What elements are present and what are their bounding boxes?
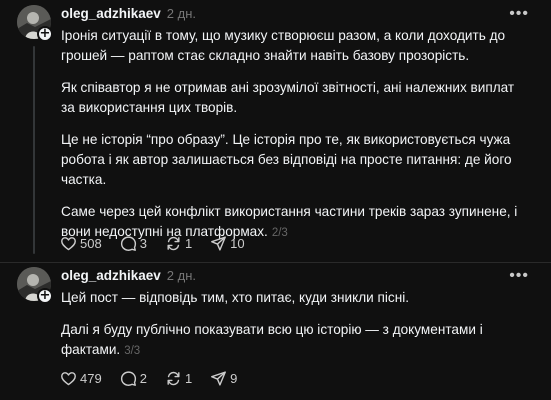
- comment-button[interactable]: 3: [120, 235, 147, 252]
- post-paragraph-text: Саме через цей конфлікт використання час…: [61, 204, 518, 239]
- share-count: 9: [230, 371, 238, 386]
- follow-plus-icon[interactable]: +: [37, 288, 53, 304]
- thread-line: [33, 46, 35, 254]
- follow-plus-icon[interactable]: +: [37, 26, 53, 42]
- thread-post: + oleg_adzhikaev 2 дн. ••• Цей пост — ві…: [0, 262, 551, 400]
- share-button[interactable]: 9: [210, 370, 237, 387]
- like-button[interactable]: 479: [60, 370, 102, 387]
- timestamp[interactable]: 2 дн.: [167, 268, 196, 283]
- share-button[interactable]: 10: [210, 235, 245, 252]
- like-count: 508: [80, 236, 102, 251]
- comment-button[interactable]: 2: [120, 370, 147, 387]
- more-options-icon[interactable]: •••: [509, 5, 529, 23]
- username[interactable]: oleg_adzhikaev: [61, 6, 161, 21]
- comment-icon: [120, 370, 137, 387]
- post-paragraph: Це не історія “про образу”. Це історія п…: [61, 132, 512, 187]
- comment-count: 3: [139, 236, 147, 251]
- page-indicator: 2/3: [271, 227, 288, 239]
- repost-button[interactable]: 1: [165, 370, 192, 387]
- username[interactable]: oleg_adzhikaev: [61, 268, 161, 283]
- page-indicator: 3/3: [124, 345, 141, 357]
- comment-icon: [120, 235, 137, 252]
- post-body: Іронія ситуації в тому, що музику створю…: [61, 26, 531, 255]
- post-paragraph: Як співавтор я не отримав ані зрозумілої…: [61, 80, 515, 115]
- post-header: oleg_adzhikaev 2 дн.: [61, 6, 196, 21]
- repost-button[interactable]: 1: [165, 235, 192, 252]
- repost-count: 1: [184, 371, 193, 386]
- send-icon: [210, 235, 227, 252]
- post-body: Цей пост — відповідь тим, хто питає, куд…: [61, 288, 531, 373]
- share-count: 10: [230, 236, 245, 251]
- post-paragraph: Цей пост — відповідь тим, хто питає, куд…: [61, 290, 410, 305]
- post-paragraph-last: Далі я буду публічно показувати всю цю і…: [61, 320, 531, 361]
- thread-post: + oleg_adzhikaev 2 дн. ••• Іронія ситуац…: [0, 0, 551, 262]
- post-header: oleg_adzhikaev 2 дн.: [61, 268, 196, 283]
- action-bar: 479 2 1 9: [60, 370, 255, 387]
- more-options-icon[interactable]: •••: [509, 267, 529, 285]
- heart-icon: [60, 235, 77, 252]
- post-paragraph: Іронія ситуації в тому, що музику створю…: [61, 28, 506, 63]
- repost-count: 1: [184, 236, 193, 251]
- repost-icon: [165, 235, 182, 252]
- comment-count: 2: [139, 371, 147, 386]
- heart-icon: [60, 370, 77, 387]
- like-count: 479: [80, 371, 102, 386]
- repost-icon: [165, 370, 182, 387]
- timestamp[interactable]: 2 дн.: [167, 6, 196, 21]
- send-icon: [210, 370, 227, 387]
- like-button[interactable]: 508: [60, 235, 102, 252]
- action-bar: 508 3 1 10: [60, 235, 263, 252]
